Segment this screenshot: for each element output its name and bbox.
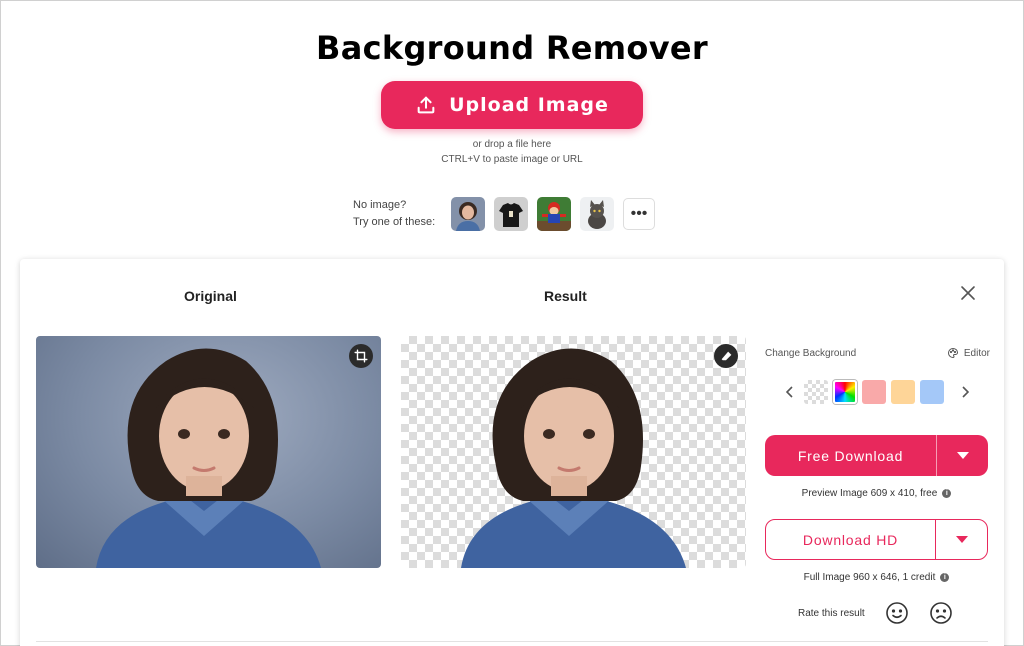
swatch-peach[interactable]: [890, 380, 915, 404]
drop-hint: or drop a file here: [472, 139, 552, 150]
chevron-right-icon: [962, 386, 969, 398]
sample-prompt-line1: No image?: [353, 199, 407, 211]
upload-icon: [417, 96, 435, 114]
more-samples-button[interactable]: •••: [623, 198, 655, 230]
eraser-icon: [721, 351, 731, 360]
free-download-label: Free Download: [797, 447, 904, 464]
happy-face-icon[interactable]: [885, 601, 909, 625]
child-portrait-cutout: [461, 348, 686, 568]
result-heading: Result: [544, 288, 587, 304]
full-image-note-text: Full Image 960 x 646, 1 credit: [803, 572, 936, 583]
original-heading: Original: [184, 288, 237, 304]
info-icon[interactable]: i: [942, 489, 952, 498]
sad-face-icon[interactable]: [929, 601, 953, 625]
download-hd-label: Download HD: [802, 531, 899, 548]
sample-thumb-tshirt[interactable]: [494, 197, 528, 231]
download-hd-button[interactable]: Download HD: [765, 519, 988, 560]
swatch-transparent[interactable]: [803, 380, 828, 404]
change-background-label: Change Background: [765, 348, 857, 359]
swatch-prev-arrow[interactable]: [779, 380, 801, 404]
sample-prompt: No image? Try one of these:: [353, 197, 451, 231]
crop-tool-button[interactable]: [349, 344, 373, 368]
preview-note-text: Preview Image 609 x 410, free: [801, 488, 938, 499]
free-download-button[interactable]: Free Download: [765, 435, 988, 476]
download-hd-dropdown[interactable]: [935, 520, 987, 559]
rate-label: Rate this result: [798, 607, 865, 619]
upload-image-button[interactable]: Upload Image: [381, 81, 643, 129]
original-image: [36, 336, 381, 568]
upload-image-label: Upload Image: [449, 94, 609, 116]
panel-divider: [36, 641, 988, 642]
child-portrait-original: [96, 348, 321, 568]
rate-result: Rate this result: [798, 601, 973, 625]
paste-hint: CTRL+V to paste image or URL: [441, 154, 583, 165]
page-title: Background Remover: [316, 29, 708, 67]
caret-down-icon: [956, 452, 969, 459]
swatch-custom-color[interactable]: [832, 380, 857, 404]
editor-link[interactable]: Editor: [947, 347, 990, 359]
sample-thumb-toy[interactable]: [537, 197, 571, 231]
palette-icon: [947, 347, 958, 359]
chevron-left-icon: [786, 386, 793, 398]
sample-thumb-kitten[interactable]: [580, 197, 614, 231]
swatch-blue[interactable]: [919, 380, 944, 404]
background-swatches: [779, 380, 976, 404]
swatch-next-arrow[interactable]: [954, 380, 976, 404]
eraser-tool-button[interactable]: [714, 344, 738, 368]
result-panel: Original Result Change Background Editor…: [20, 259, 1004, 646]
sample-thumb-girl[interactable]: [451, 197, 485, 231]
preview-note: Preview Image 609 x 410, free i: [765, 488, 988, 499]
sample-prompt-line2: Try one of these:: [353, 216, 436, 228]
free-download-dropdown[interactable]: [936, 435, 988, 476]
crop-icon: [354, 349, 368, 363]
editor-label: Editor: [963, 347, 990, 359]
result-image: [401, 336, 746, 568]
full-image-note: Full Image 960 x 646, 1 credit i: [765, 572, 988, 583]
caret-down-icon: [955, 536, 968, 543]
sample-images: No image? Try one of these: •••: [353, 197, 655, 231]
info-icon[interactable]: i: [940, 573, 950, 582]
swatch-pink[interactable]: [861, 380, 886, 404]
download-sidebar: Change Background Editor Free Download P…: [765, 259, 990, 646]
